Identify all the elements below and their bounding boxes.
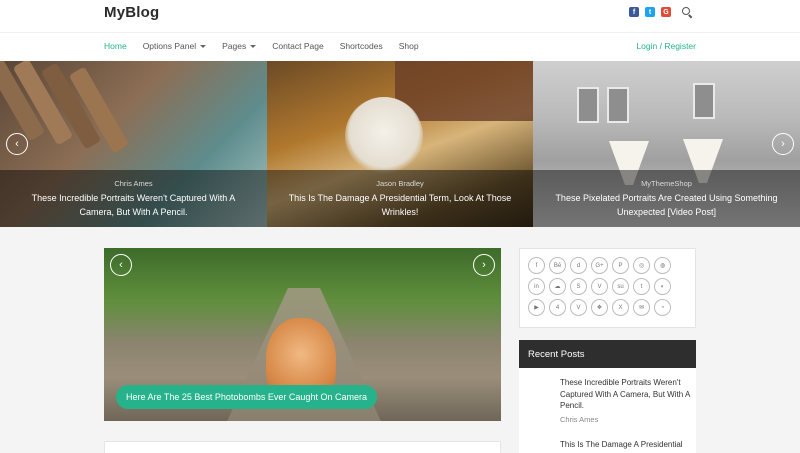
nav-home[interactable]: Home <box>104 41 127 51</box>
rss-icon[interactable]: ◔ <box>654 299 671 316</box>
slider-prev-button[interactable]: ‹ <box>6 133 28 155</box>
featured-next-button[interactable]: › <box>473 254 495 276</box>
slide-image <box>577 87 599 123</box>
dropbox-icon[interactable]: ❖ <box>591 299 608 316</box>
slide-author[interactable]: Chris Ames <box>0 179 267 188</box>
facebook-icon[interactable]: f <box>629 7 639 17</box>
slide-caption: Chris Ames These Incredible Portraits We… <box>0 170 267 227</box>
main-navigation: Home Options Panel Pages Contact Page Sh… <box>0 32 800 61</box>
featured-prev-button[interactable]: ‹ <box>110 254 132 276</box>
tumblr-icon[interactable]: t <box>633 278 650 295</box>
email-icon[interactable]: ✉ <box>633 299 650 316</box>
instagram-icon[interactable]: ◎ <box>633 257 650 274</box>
digg-icon[interactable]: d <box>570 257 587 274</box>
chevron-down-icon <box>200 44 207 48</box>
linkedin-icon[interactable]: in <box>528 278 545 295</box>
vine-icon[interactable]: V <box>570 299 587 316</box>
hero-slide-2[interactable]: Jason Bradley This Is The Damage A Presi… <box>267 61 533 227</box>
login-register-link[interactable]: Login / Register <box>636 41 696 51</box>
chevron-down-icon <box>250 44 257 48</box>
youtube-icon[interactable]: ▶ <box>528 299 545 316</box>
soundcloud-icon[interactable]: ☁ <box>549 278 566 295</box>
hero-slide-3[interactable]: MyThemeShop These Pixelated Portraits Ar… <box>533 61 800 227</box>
chevron-left-icon: ‹ <box>119 259 123 271</box>
hero-slider: Chris Ames These Incredible Portraits We… <box>0 61 800 227</box>
behance-icon[interactable]: Bē <box>549 257 566 274</box>
post-title[interactable]: These Incredible Portraits Weren't Captu… <box>560 377 692 412</box>
google-plus-icon[interactable]: G <box>661 7 671 17</box>
nav-options-panel[interactable]: Options Panel <box>143 41 207 51</box>
site-logo[interactable]: MyBlog <box>104 4 159 21</box>
facebook-icon[interactable]: f <box>528 257 545 274</box>
dribbble-icon[interactable]: ◍ <box>654 257 671 274</box>
post-title[interactable]: This Is The Damage A Presidential <box>560 439 692 451</box>
recent-posts-heading: Recent Posts <box>519 340 696 368</box>
slide-title[interactable]: These Pixelated Portraits Are Created Us… <box>533 191 800 219</box>
list-item[interactable]: These Incredible Portraits Weren't Captu… <box>560 377 692 425</box>
nav-contact-page[interactable]: Contact Page <box>272 41 324 51</box>
skype-icon[interactable]: S <box>570 278 587 295</box>
chevron-right-icon: › <box>482 259 486 271</box>
twitter-icon[interactable]: t <box>645 7 655 17</box>
foursquare-icon[interactable]: 4 <box>549 299 566 316</box>
recent-posts-list: These Incredible Portraits Weren't Captu… <box>519 368 696 453</box>
vimeo-icon[interactable]: V <box>591 278 608 295</box>
slide-caption: Jason Bradley This Is The Damage A Presi… <box>267 170 533 227</box>
slide-author[interactable]: MyThemeShop <box>533 179 800 188</box>
hero-slide-1[interactable]: Chris Ames These Incredible Portraits We… <box>0 61 267 227</box>
slide-image <box>345 97 423 175</box>
nav-shop[interactable]: Shop <box>399 41 419 51</box>
post-author[interactable]: Chris Ames <box>560 414 692 426</box>
google-plus-icon[interactable]: G+ <box>591 257 608 274</box>
slide-image <box>607 87 629 123</box>
header-social-icons: f t G <box>629 6 693 18</box>
chevron-right-icon: › <box>781 138 785 150</box>
slide-caption: MyThemeShop These Pixelated Portraits Ar… <box>533 170 800 227</box>
stumbleupon-icon[interactable]: su <box>612 278 629 295</box>
slide-image <box>395 61 533 121</box>
nav-shortcodes[interactable]: Shortcodes <box>340 41 383 51</box>
slider-next-button[interactable]: › <box>772 133 794 155</box>
xing-icon[interactable]: X <box>612 299 629 316</box>
slide-title[interactable]: This Is The Damage A Presidential Term, … <box>267 191 533 219</box>
social-widget: f Bē d G+ P ◎ ◍ in ☁ S V su t ◐ ▶ 4 V ❖ … <box>519 248 696 328</box>
post-card <box>104 441 501 453</box>
slide-image <box>693 83 715 119</box>
slide-title[interactable]: These Incredible Portraits Weren't Captu… <box>0 191 267 219</box>
featured-title[interactable]: Here Are The 25 Best Photobombs Ever Cau… <box>116 385 377 409</box>
chevron-left-icon: ‹ <box>15 138 19 150</box>
list-item[interactable]: This Is The Damage A Presidential <box>560 439 692 451</box>
search-icon[interactable] <box>681 6 693 18</box>
nav-pages[interactable]: Pages <box>222 41 257 51</box>
slide-author[interactable]: Jason Bradley <box>267 179 533 188</box>
top-bar: MyBlog f t G <box>0 0 800 32</box>
github-icon[interactable]: ◐ <box>654 278 671 295</box>
pinterest-icon[interactable]: P <box>612 257 629 274</box>
featured-slider[interactable]: ‹ › Here Are The 25 Best Photobombs Ever… <box>104 248 501 421</box>
